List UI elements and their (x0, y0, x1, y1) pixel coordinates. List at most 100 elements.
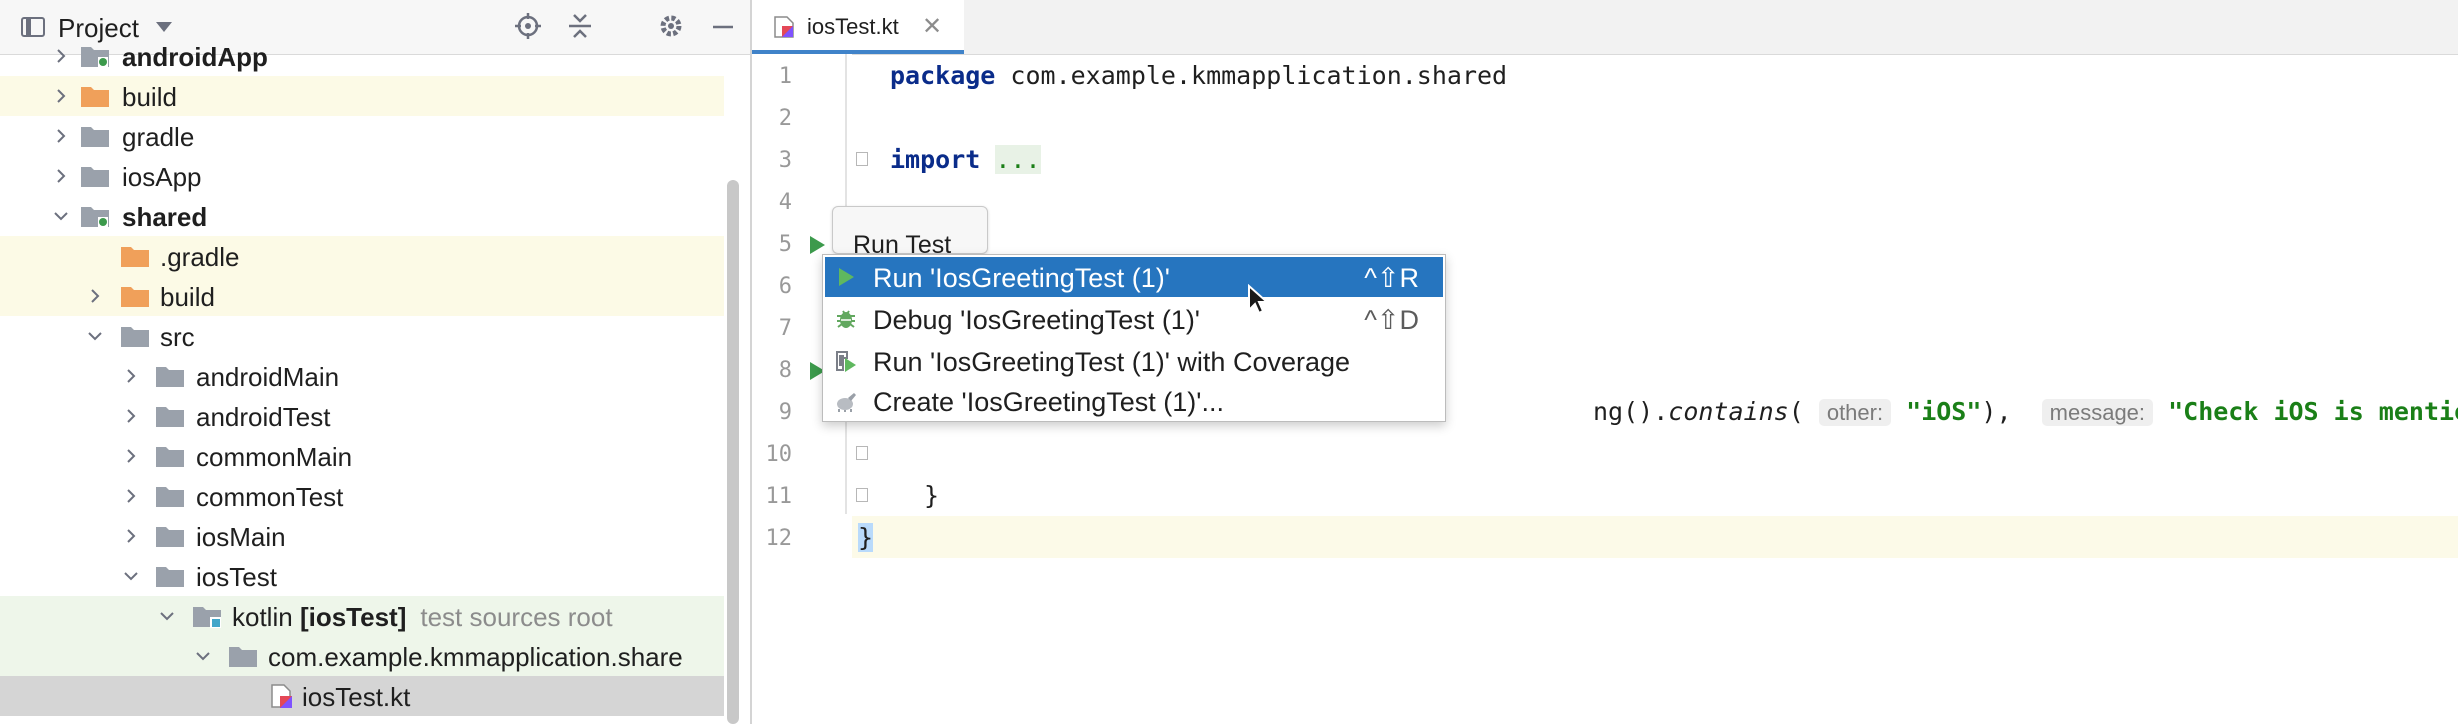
tree-node[interactable]: commonTest (0, 476, 724, 516)
chevron-right-icon[interactable] (122, 527, 140, 545)
close-brace: } (858, 523, 874, 552)
run-test-gutter-icon[interactable] (810, 236, 825, 254)
tree-node-label: src (160, 322, 195, 353)
tree-node[interactable]: commonMain (0, 436, 724, 476)
folder-icon (156, 527, 184, 547)
tree-node[interactable]: androidMain (0, 356, 724, 396)
tree-node-name: iosMain (196, 522, 286, 552)
tab-iostest-kt[interactable]: iosTest.kt ✕ (752, 0, 964, 54)
parameter-hint-message: message: (2041, 399, 2154, 426)
line-number: 7 (778, 316, 792, 341)
code-line-11: } (852, 474, 2458, 516)
chevron-right-icon[interactable] (52, 87, 70, 105)
run-icon (839, 268, 854, 286)
tree-node[interactable]: com.example.kmmapplication.share (0, 636, 724, 676)
tree-node-name: androidMain (196, 362, 340, 392)
menu-item-shortcut: ^⇧D (1364, 305, 1419, 335)
menu-item-label: Create 'IosGreetingTest (1)'... (873, 387, 1224, 417)
tree-node[interactable]: build (0, 276, 724, 316)
line-number: 9 (778, 400, 792, 425)
tree-node-name: build (160, 282, 215, 312)
tree-node-label: iosApp (122, 162, 202, 193)
chevron-down-icon[interactable] (194, 647, 212, 665)
chevron-right-icon[interactable] (86, 287, 104, 305)
folder-icon (156, 447, 184, 467)
function-contains: contains (1668, 397, 1789, 426)
project-tree: androidApp build gradle iosApp shared .gradle… (0, 42, 724, 724)
tree-node[interactable]: androidApp (0, 36, 724, 76)
tree-node-label: androidApp (122, 42, 268, 73)
tree-node-name: src (160, 322, 195, 352)
menu-item-create-configuration[interactable]: Create 'IosGreetingTest (1)'... (825, 381, 1443, 421)
line-number: 2 (778, 106, 792, 131)
coverage-icon (836, 351, 856, 372)
line-number: 3 (778, 148, 792, 173)
fold-marker[interactable] (856, 446, 868, 460)
tree-node-label: iosMain (196, 522, 286, 553)
tree-node-name: commonMain (196, 442, 353, 472)
tree-node-label: androidTest (196, 402, 330, 433)
line-number: 12 (765, 526, 793, 551)
tree-node[interactable]: build (0, 76, 724, 116)
chevron-right-icon[interactable] (52, 167, 70, 185)
tree-node[interactable]: gradle (0, 116, 724, 156)
run-context-popup: Run 'IosGreetingTest (1)' ^⇧R Debug 'Ios… (822, 254, 1446, 422)
tree-node[interactable]: shared (0, 196, 724, 236)
kotlin-file-icon (774, 16, 794, 38)
chevron-right-icon[interactable] (122, 487, 140, 505)
chevron-right-icon[interactable] (122, 447, 140, 465)
editor-tab-bar: iosTest.kt ✕ (752, 0, 2458, 55)
chevron-down-icon[interactable] (158, 607, 176, 625)
tree-node-name: gradle (122, 122, 195, 152)
chevron-down-icon[interactable] (52, 207, 70, 225)
tree-node[interactable]: iosMain (0, 516, 724, 556)
tree-node[interactable]: androidTest (0, 396, 724, 436)
tree-node-name: androidTest (196, 402, 331, 432)
code-fragment: ), (1981, 397, 2027, 426)
menu-item-shortcut: ^⇧R (1364, 263, 1419, 293)
line-number: 11 (765, 484, 793, 509)
chevron-right-icon[interactable] (122, 407, 140, 425)
tree-node-name: .gradle (160, 242, 240, 272)
tree-node[interactable]: kotlin [iosTest] test sources root (0, 596, 724, 636)
tree-node[interactable]: iosTest (0, 556, 724, 596)
menu-item-debug[interactable]: Debug 'IosGreetingTest (1)' ^⇧D (825, 299, 1443, 339)
chevron-down-icon[interactable] (86, 327, 104, 345)
menu-item-run[interactable]: Run 'IosGreetingTest (1)' ^⇧R (825, 257, 1443, 297)
close-icon[interactable]: ✕ (922, 12, 942, 41)
source-root-hint: test sources root (420, 602, 613, 632)
code-paren: ( (1788, 397, 1804, 426)
module-folder-icon (81, 207, 109, 227)
tree-node-name: androidApp (122, 42, 268, 72)
project-tool-window: Project androidApp build gradle iosApp share… (0, 0, 752, 724)
tree-node[interactable]: iosApp (0, 156, 724, 196)
tree-node-name: kotlin (232, 602, 293, 632)
tree-node-label: build (122, 82, 177, 113)
tree-node[interactable]: src (0, 316, 724, 356)
tree-node-label: iosTest (196, 562, 277, 593)
chevron-down-icon[interactable] (122, 567, 140, 585)
tree-node-label: com.example.kmmapplication.share (268, 642, 683, 673)
chevron-right-icon[interactable] (122, 367, 140, 385)
folder-icon (156, 487, 184, 507)
fold-marker[interactable] (856, 152, 868, 166)
folded-imports[interactable]: ... (995, 145, 1041, 174)
debug-icon (837, 310, 855, 328)
tree-node[interactable]: iosTest.kt (0, 676, 724, 716)
tree-node-name: build (122, 82, 177, 112)
fold-marker[interactable] (856, 488, 868, 502)
chevron-down-icon[interactable] (156, 22, 172, 32)
project-scrollbar[interactable] (727, 180, 739, 724)
folder-excluded-icon (121, 287, 149, 307)
folder-excluded-icon (121, 247, 149, 267)
chevron-right-icon[interactable] (52, 127, 70, 145)
code-fragment: ng() (1593, 397, 1654, 426)
close-brace: } (924, 481, 940, 510)
folder-icon (156, 407, 184, 427)
chevron-right-icon[interactable] (52, 47, 70, 65)
tree-node[interactable]: .gradle (0, 236, 724, 276)
tree-node-label: commonMain (196, 442, 352, 473)
menu-item-run-coverage[interactable]: Run 'IosGreetingTest (1)' with Coverage (825, 341, 1443, 381)
string-message: "Check iOS is mentioned" (2168, 397, 2458, 426)
parameter-hint-other: other: (1818, 399, 1892, 426)
